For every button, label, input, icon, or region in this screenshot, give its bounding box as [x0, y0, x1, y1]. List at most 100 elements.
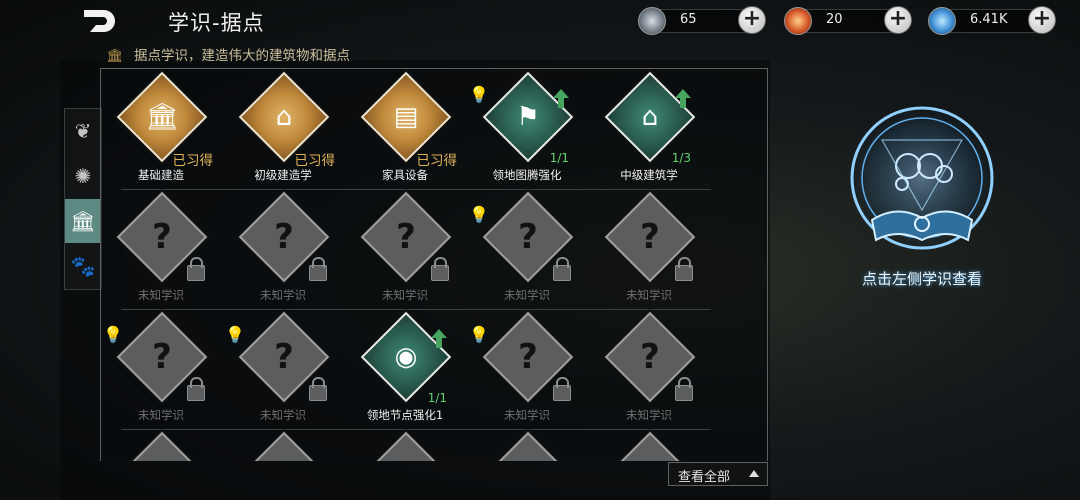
skill-name: 基础建造	[138, 168, 184, 182]
skill-node[interactable]: ? 未知学识	[589, 311, 709, 433]
furniture-icon: ▤	[393, 102, 419, 132]
skill-name: 领地节点强化1	[366, 408, 444, 422]
question-mark-icon: ?	[152, 337, 172, 377]
building-icon: 🏛	[145, 102, 179, 132]
lock-icon	[675, 377, 693, 401]
skill-node[interactable]: ? 未知学识	[223, 191, 343, 313]
add-resource-button[interactable]: +	[738, 6, 766, 34]
resource-pill	[798, 9, 898, 33]
lightbulb-icon: 💡	[469, 325, 489, 344]
lock-icon	[187, 377, 205, 401]
resource-globe-orb: 6.41K +	[928, 5, 1056, 35]
globe-orb-icon	[928, 7, 956, 35]
learned-status: 已习得	[416, 153, 458, 169]
detail-hint: 点击左侧学识查看	[861, 270, 982, 288]
question-mark-icon: ?	[274, 337, 294, 377]
chevron-up-icon	[749, 470, 759, 477]
skill-name: 未知学识	[260, 408, 306, 422]
lock-icon	[309, 377, 327, 401]
skill-node[interactable]: ⌂ 中级建筑学 1/3	[589, 71, 709, 193]
skill-name: 未知学识	[260, 288, 306, 302]
house-icon: ⌂	[275, 102, 293, 132]
skill-name: 未知学识	[504, 288, 550, 302]
skill-progress: 1/1	[549, 151, 569, 165]
feather-wing-icon: ❦	[74, 119, 92, 143]
skill-node[interactable]: ? 未知学识 💡	[467, 191, 587, 313]
skill-name: 未知学识	[626, 408, 672, 422]
skill-node[interactable]: ? 未知学识	[589, 191, 709, 313]
skill-node[interactable]: ? 未知学识	[345, 191, 465, 313]
skill-name: 中级建筑学	[620, 168, 678, 182]
lock-icon	[187, 257, 205, 281]
lightbulb-icon: 💡	[469, 85, 489, 104]
lock-icon	[553, 377, 571, 401]
resource-pill	[652, 9, 752, 33]
skill-progress: 1/3	[671, 151, 691, 165]
skill-node[interactable]: ◉ 领地节点强化1 1/1	[345, 311, 465, 433]
skill-node[interactable]: 🏛 基础建造 已习得	[101, 71, 221, 193]
tab-stronghold[interactable]: 🏛	[65, 199, 101, 243]
temple-icon: 🏛	[106, 48, 124, 64]
skill-node[interactable]: ⌂ 初级建造学 已习得	[223, 71, 343, 193]
tab-feather[interactable]: ❦	[65, 109, 101, 153]
skill-name: 未知学识	[138, 288, 184, 302]
skill-name: 未知学识	[504, 408, 550, 422]
view-all-button[interactable]: 查看全部	[668, 462, 768, 486]
lightbulb-icon: 💡	[103, 325, 123, 344]
upgrade-arrow-icon	[553, 89, 569, 108]
back-button[interactable]	[82, 8, 118, 34]
skill-node[interactable]: ? 未知学识	[101, 191, 221, 313]
question-mark-icon: ?	[518, 217, 538, 257]
skill-diamond-partial	[360, 431, 452, 461]
learned-status: 已习得	[294, 153, 336, 169]
skill-name: 初级建造学	[254, 168, 312, 182]
thorn-beast-icon: ✺	[74, 164, 92, 188]
skill-node[interactable]: ? 未知学识 💡	[101, 311, 221, 433]
paw-icon: 🐾	[70, 254, 96, 278]
skill-name: 未知学识	[138, 408, 184, 422]
question-mark-icon: ?	[640, 337, 660, 377]
resource-value: 65	[680, 12, 697, 27]
page-title: 学识-据点	[168, 11, 265, 35]
question-mark-icon: ?	[274, 217, 294, 257]
skill-tree-panel: 🏛 基础建造 已习得 ⌂ 初级建造学 已习得 ▤ 家具设备 已习得 ⚑ 领地图腾强化 1/1 💡 ⌂ 中级建…	[100, 68, 768, 461]
add-resource-button[interactable]: +	[884, 6, 912, 34]
skill-diamond-partial	[238, 431, 330, 461]
lock-icon	[309, 257, 327, 281]
question-mark-icon: ?	[396, 217, 416, 257]
swirl-icon: ◉	[394, 342, 418, 372]
category-tabs: ❦ ✺ 🏛 🐾	[64, 108, 102, 290]
magic-circle-icon	[846, 102, 998, 254]
tab-beast[interactable]: ✺	[65, 154, 101, 198]
resource-red-orb: 20 +	[784, 5, 912, 35]
magic-tome-emblem	[842, 100, 1002, 260]
lock-icon	[553, 257, 571, 281]
skill-name: 未知学识	[626, 288, 672, 302]
lock-icon	[431, 257, 449, 281]
learned-status: 已习得	[172, 153, 214, 169]
back-arrow-icon	[84, 10, 115, 32]
subtitle-text: 据点学识，建造伟大的建筑物和据点	[134, 48, 350, 64]
skill-node[interactable]: ⚑ 领地图腾强化 1/1 💡	[467, 71, 587, 193]
red-orb-icon	[784, 7, 812, 35]
house-upgrade-icon: ⌂	[641, 102, 659, 132]
skill-name: 家具设备	[382, 168, 428, 182]
skill-node[interactable]: ▤ 家具设备 已习得	[345, 71, 465, 193]
question-mark-icon: ?	[518, 337, 538, 377]
skill-node[interactable]: ? 未知学识 💡	[467, 311, 587, 433]
lightbulb-icon: 💡	[469, 205, 489, 224]
temple-icon: 🏛	[70, 209, 96, 233]
skill-name: 领地图腾强化	[492, 168, 562, 182]
add-resource-button[interactable]: +	[1028, 6, 1056, 34]
question-mark-icon: ?	[152, 217, 172, 257]
resource-value: 6.41K	[970, 12, 1008, 27]
lock-icon	[675, 257, 693, 281]
skill-node[interactable]: ? 未知学识 💡	[223, 311, 343, 433]
upgrade-arrow-icon	[675, 89, 691, 108]
resource-value: 20	[826, 12, 843, 27]
resource-gear-coin: 65 +	[638, 5, 766, 35]
section-subtitle: 🏛 据点学识，建造伟大的建筑物和据点	[106, 44, 350, 64]
skill-diamond-partial	[116, 431, 208, 461]
upgrade-arrow-icon	[431, 329, 447, 348]
tab-paw[interactable]: 🐾	[65, 244, 101, 288]
